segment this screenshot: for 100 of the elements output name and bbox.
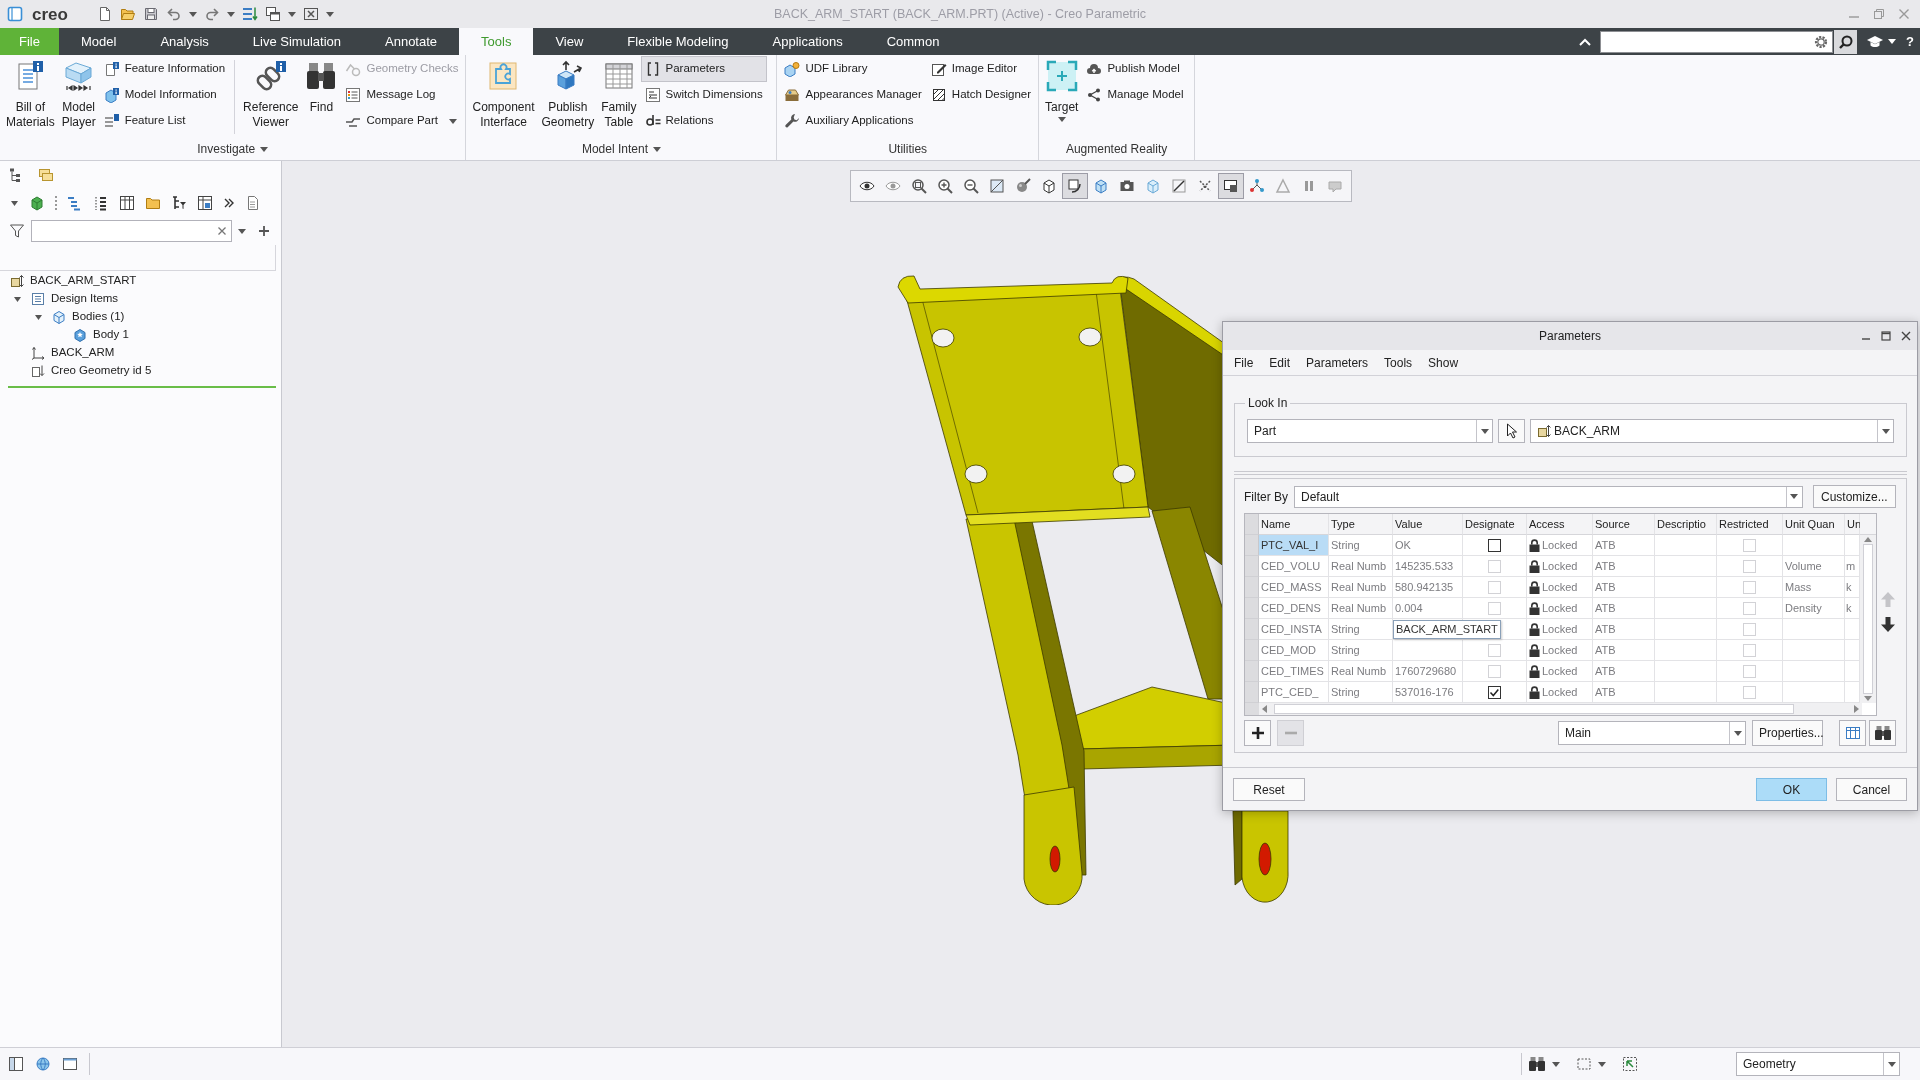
caret-right-icon[interactable] <box>1854 705 1859 713</box>
column-header[interactable]: Descriptio <box>1655 514 1717 535</box>
ribbon-button[interactable]: Auxiliary Applications <box>780 108 926 134</box>
ribbon-tab[interactable]: Flexible Modeling <box>605 28 751 55</box>
ribbon-tab[interactable]: Analysis <box>138 28 231 55</box>
search-button[interactable] <box>1834 29 1858 54</box>
menu-item[interactable]: Show <box>1420 350 1467 375</box>
caret-icon[interactable] <box>1888 39 1897 44</box>
ribbon-button[interactable]: Feature Information <box>99 56 230 82</box>
selection-filter-dropdown[interactable]: Geometry <box>1736 1052 1900 1076</box>
filter-icon[interactable] <box>9 223 25 239</box>
caret-icon[interactable] <box>287 11 296 17</box>
column-header[interactable]: Unit Quan <box>1783 514 1845 535</box>
group-menu-button[interactable]: Investigate <box>0 138 466 160</box>
caret-left-icon[interactable] <box>1262 705 1267 713</box>
ribbon-tab[interactable]: View <box>533 28 606 55</box>
dialog-button[interactable]: OK <box>1756 778 1827 801</box>
reset-button[interactable]: Reset <box>1233 778 1305 801</box>
panel-icon[interactable] <box>8 1056 24 1072</box>
properties-button[interactable]: Properties... <box>1752 720 1823 746</box>
column-header[interactable]: Type <box>1329 514 1393 535</box>
pick-button[interactable] <box>1498 419 1525 443</box>
close-icon[interactable] <box>1901 331 1911 341</box>
ribbon-tab[interactable]: Live Simulation <box>230 28 363 55</box>
caret-icon[interactable] <box>238 228 246 234</box>
horizontal-scrollbar[interactable] <box>1259 703 1862 715</box>
menu-item[interactable]: Edit <box>1261 350 1299 375</box>
caret-down-icon[interactable] <box>1864 696 1872 701</box>
tree-item[interactable]: Bodies (1) <box>72 308 125 326</box>
search-field[interactable] <box>31 220 232 242</box>
find-button[interactable] <box>1869 720 1896 746</box>
checkbox[interactable] <box>1488 685 1501 699</box>
globe-icon[interactable] <box>35 1056 51 1072</box>
help-button[interactable]: ? <box>1906 31 1914 52</box>
ribbon-tab[interactable]: Applications <box>750 28 865 55</box>
ribbon-button[interactable]: Appearances Manager <box>780 82 926 108</box>
cube-icon[interactable] <box>29 195 45 211</box>
settings-icon[interactable] <box>1813 33 1830 50</box>
ribbon-button[interactable]: Publish Geometry <box>538 56 598 138</box>
column-header[interactable]: Un <box>1845 514 1860 535</box>
list-arrow-icon[interactable] <box>241 6 258 22</box>
menu-item[interactable]: Parameters <box>1298 350 1377 375</box>
dropdown[interactable]: BACK_ARM <box>1530 419 1894 443</box>
tree-item[interactable]: BACK_ARM_START <box>30 272 137 290</box>
table-square-icon[interactable] <box>197 195 213 211</box>
open-folder-icon[interactable] <box>119 6 136 22</box>
dropdown[interactable]: Main <box>1558 721 1746 745</box>
undo-icon[interactable] <box>165 6 182 22</box>
columns-button[interactable] <box>1839 720 1866 746</box>
ribbon-tab[interactable]: Annotate <box>363 28 460 55</box>
save-icon[interactable] <box>142 6 159 22</box>
column-header[interactable]: Access <box>1527 514 1593 535</box>
ribbon-button[interactable]: Feature List <box>99 108 230 134</box>
ribbon-tab[interactable]: Model <box>59 28 139 55</box>
caret-icon[interactable] <box>1598 1061 1606 1067</box>
tree-item[interactable]: Creo Geometry id 5 <box>51 362 152 380</box>
app-logo-icon[interactable] <box>7 6 23 22</box>
ribbon-button[interactable]: Switch Dimensions <box>640 82 767 108</box>
caret-icon[interactable] <box>10 198 19 208</box>
ribbon-button[interactable]: Target <box>1042 56 1082 138</box>
window-icon[interactable] <box>62 1056 78 1072</box>
redo-icon[interactable] <box>203 6 220 22</box>
scroll-thumb[interactable] <box>1863 544 1873 694</box>
ribbon-button[interactable]: Relations <box>640 108 767 134</box>
caret-icon[interactable] <box>226 11 235 17</box>
ribbon-button[interactable]: Bill of Materials <box>3 56 58 138</box>
chevron-up-icon[interactable] <box>1578 36 1593 47</box>
value-editor-field[interactable]: BACK_ARM_START <box>1393 620 1501 639</box>
maximize-icon[interactable] <box>1881 331 1891 341</box>
dashed-box-icon[interactable] <box>1576 1056 1592 1072</box>
close-window-icon[interactable] <box>302 6 319 22</box>
caret-icon[interactable] <box>33 312 43 322</box>
binoculars-icon[interactable] <box>1528 1056 1546 1072</box>
arrow-down-icon[interactable] <box>1880 617 1895 632</box>
folder-icon[interactable] <box>145 195 161 211</box>
tree-item[interactable]: BACK_ARM <box>51 344 115 362</box>
ribbon-button[interactable]: Family Table <box>598 56 640 138</box>
ribbon-button[interactable]: Parameters <box>640 56 767 82</box>
column-header[interactable]: Designate <box>1463 514 1527 535</box>
caret-icon[interactable] <box>188 11 197 17</box>
tree-item[interactable]: Body 1 <box>93 326 129 344</box>
menu-item[interactable]: Tools <box>1376 350 1421 375</box>
caret-icon[interactable] <box>325 11 334 17</box>
ribbon-button[interactable]: Message Log <box>341 82 463 108</box>
tree-item[interactable]: Design Items <box>51 290 119 308</box>
column-header[interactable]: Restricted <box>1717 514 1783 535</box>
add-button[interactable] <box>1244 720 1271 746</box>
layers-icon[interactable] <box>38 167 54 183</box>
view-toolbar-button[interactable] <box>1218 173 1244 199</box>
ribbon-button[interactable]: Model Information <box>99 82 230 108</box>
indented-list-icon[interactable] <box>67 195 83 211</box>
clear-icon[interactable] <box>217 226 227 236</box>
column-header[interactable]: Name <box>1259 514 1329 535</box>
restore-icon[interactable] <box>1873 8 1885 20</box>
checkbox[interactable] <box>1488 538 1501 552</box>
columns-icon[interactable] <box>119 195 135 211</box>
scroll-thumb[interactable] <box>1274 704 1794 714</box>
dotted-list-icon[interactable] <box>93 195 109 211</box>
vertical-scrollbar[interactable] <box>1860 535 1876 703</box>
ribbon-button[interactable]: Model Player <box>58 56 99 138</box>
